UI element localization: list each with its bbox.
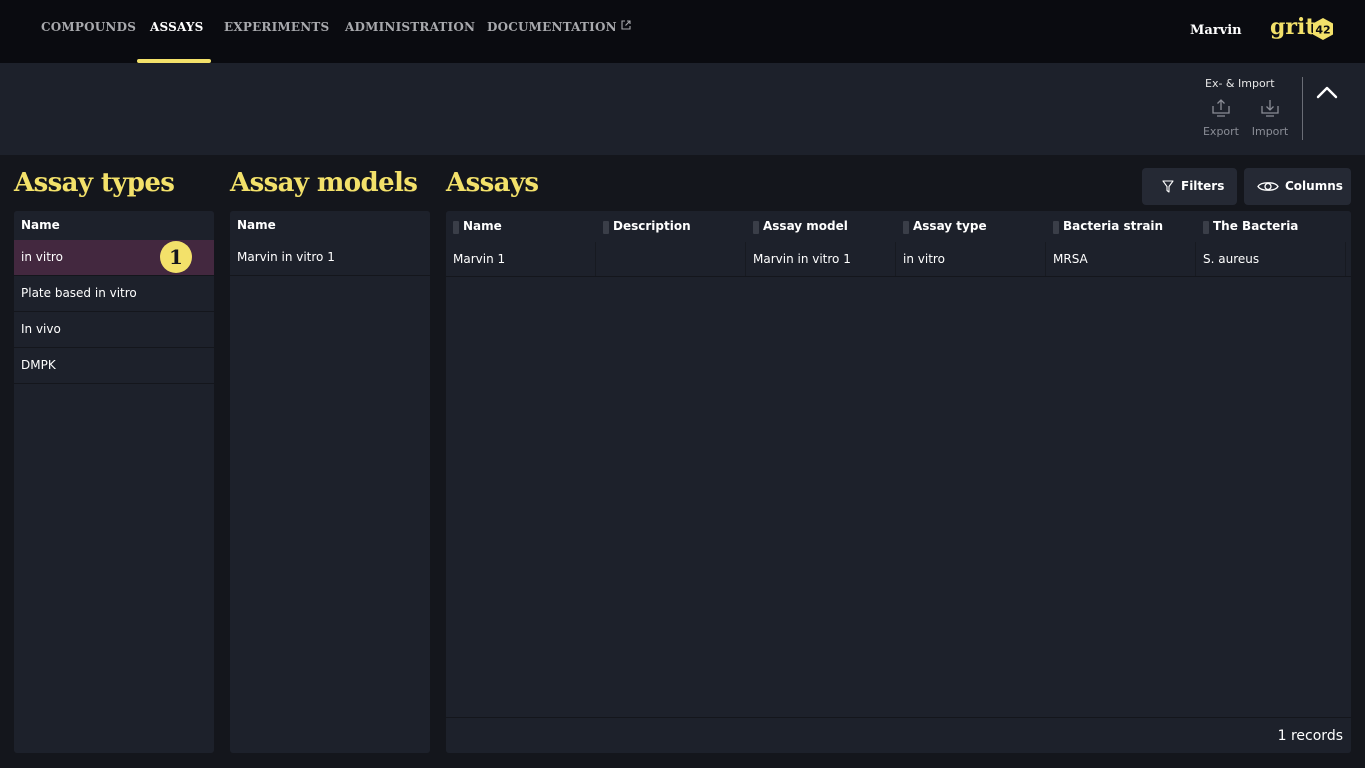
export-button[interactable]: Export [1199, 97, 1243, 138]
assay-type-label: Plate based in vitro [21, 286, 137, 300]
cell-assay-model: Marvin in vitro 1 [746, 242, 896, 276]
nav-compounds[interactable]: COMPOUNDS [41, 20, 136, 63]
eye-icon [1257, 182, 1279, 191]
cell-description [596, 242, 746, 276]
filters-button[interactable]: Filters [1142, 168, 1237, 205]
columns-button[interactable]: Columns [1244, 168, 1351, 205]
column-header-the-bacteria[interactable]: The Bacteria [1196, 211, 1346, 242]
import-label: Import [1251, 125, 1289, 138]
assays-grid: Name Description Assay model Assay type … [446, 211, 1351, 753]
column-resize-handle[interactable] [753, 221, 759, 234]
grit-logo: grit [1270, 14, 1316, 40]
assay-type-row[interactable]: In vivo [14, 312, 214, 348]
assay-model-row[interactable]: Marvin in vitro 1 [230, 240, 430, 276]
table-row[interactable]: Marvin 1 Marvin in vitro 1 in vitro MRSA… [446, 242, 1351, 277]
column-header-label: Name [463, 219, 502, 233]
assay-models-name-header[interactable]: Name [230, 211, 430, 240]
column-header-assay-type[interactable]: Assay type [896, 211, 1046, 242]
assay-type-label: in vitro [21, 250, 63, 264]
records-count: 1 records [446, 717, 1351, 753]
logo-badge-icon: 42 [1313, 18, 1333, 40]
cell-assay-type: in vitro [896, 242, 1046, 276]
user-menu[interactable]: Marvin [1190, 23, 1242, 38]
filters-label: Filters [1181, 179, 1225, 193]
toolbar: Ex- & Import Export Import [0, 63, 1365, 155]
column-header-label: The Bacteria [1213, 219, 1299, 233]
export-icon [1212, 99, 1230, 117]
columns-label: Columns [1285, 179, 1343, 193]
assay-type-label: In vivo [21, 322, 61, 336]
assay-models-panel: Name Marvin in vitro 1 [230, 211, 430, 753]
nav-administration[interactable]: ADMINISTRATION [345, 20, 475, 63]
external-link-icon [621, 20, 631, 30]
column-header-label: Assay type [913, 219, 987, 233]
column-header-label: Assay model [763, 219, 848, 233]
import-icon [1261, 100, 1279, 117]
assay-type-row[interactable]: DMPK [14, 348, 214, 384]
logo-badge-text: 42 [1315, 24, 1330, 37]
column-header-name[interactable]: Name [446, 211, 596, 242]
cell-bacteria-strain: MRSA [1046, 242, 1196, 276]
assay-types-title: Assay types [14, 168, 175, 198]
export-label: Export [1202, 125, 1239, 138]
column-header-description[interactable]: Description [596, 211, 746, 242]
ex-import-group-label: Ex- & Import [1205, 77, 1275, 90]
column-header-bacteria-strain[interactable]: Bacteria strain [1046, 211, 1196, 242]
assays-title: Assays [446, 168, 539, 198]
cell-the-bacteria: S. aureus [1196, 242, 1346, 276]
top-nav: COMPOUNDS ASSAYS EXPERIMENTS ADMINISTRAT… [0, 0, 1365, 63]
column-resize-handle[interactable] [1203, 221, 1209, 234]
assay-type-label: DMPK [21, 358, 56, 372]
assay-type-row[interactable]: Plate based in vitro [14, 276, 214, 312]
assay-types-name-header[interactable]: Name [14, 211, 214, 240]
column-header-assay-model[interactable]: Assay model [746, 211, 896, 242]
assay-types-panel: Name in vitro 1 Plate based in vitro In … [14, 211, 214, 753]
assay-type-row[interactable]: in vitro 1 [14, 240, 214, 276]
nav-documentation[interactable]: DOCUMENTATION [487, 20, 631, 63]
column-resize-handle[interactable] [603, 221, 609, 234]
filter-icon [1162, 180, 1174, 193]
cell-name: Marvin 1 [446, 242, 596, 276]
assay-models-title: Assay models [230, 168, 418, 198]
step-badge: 1 [160, 241, 192, 273]
nav-assays[interactable]: ASSAYS [150, 20, 204, 63]
nav-experiments[interactable]: EXPERIMENTS [224, 20, 329, 63]
collapse-toolbar-button[interactable] [1313, 81, 1341, 103]
column-resize-handle[interactable] [903, 221, 909, 234]
nav-documentation-label: DOCUMENTATION [487, 20, 617, 34]
column-resize-handle[interactable] [1053, 221, 1059, 234]
import-button[interactable]: Import [1248, 97, 1292, 138]
assays-grid-header: Name Description Assay model Assay type … [446, 211, 1351, 242]
column-header-label: Bacteria strain [1063, 219, 1164, 233]
chevron-up-icon [1316, 86, 1338, 99]
assay-model-label: Marvin in vitro 1 [237, 250, 335, 264]
toolbar-divider [1302, 77, 1303, 140]
column-resize-handle[interactable] [453, 221, 459, 234]
column-header-label: Description [613, 219, 691, 233]
